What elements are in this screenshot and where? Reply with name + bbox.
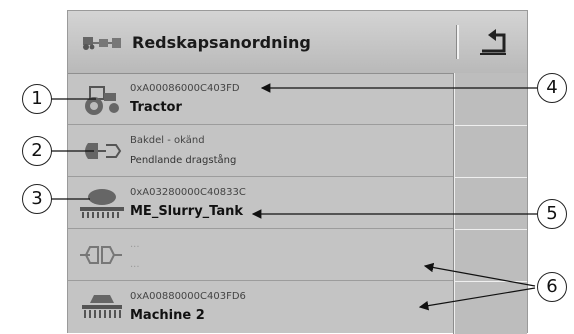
callout-3: 3 (22, 184, 52, 214)
callout-6: 6 (537, 272, 567, 302)
callout-4: 4 (537, 73, 567, 103)
callout-lines (51, 83, 537, 311)
callout-5: 5 (537, 199, 567, 229)
callout-2: 2 (22, 136, 52, 166)
callout-1: 1 (22, 84, 52, 114)
